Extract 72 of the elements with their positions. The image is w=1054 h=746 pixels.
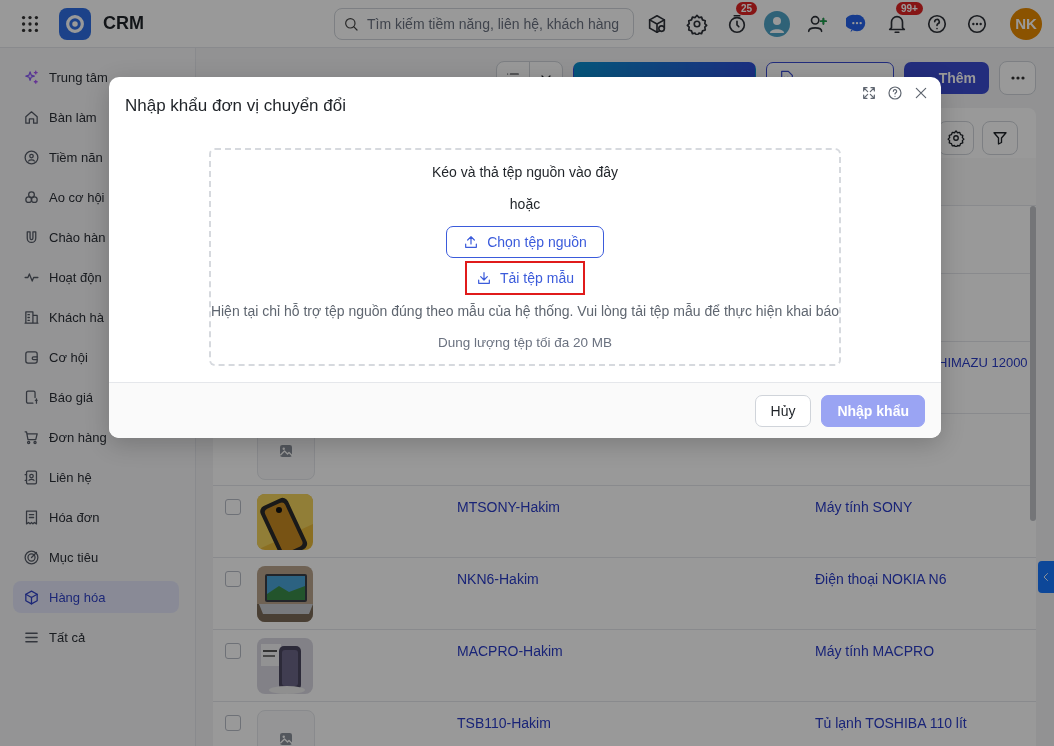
- sidebar-item[interactable]: Hàng hóa: [13, 581, 179, 613]
- table-cell: Tủ lạnh TOSHIBA 110 lít: [815, 715, 967, 731]
- building-icon: [23, 308, 40, 326]
- size-limit-text: Dung lượng tệp tối đa 20 MB: [438, 335, 612, 350]
- sidebar-item[interactable]: Báo giá: [13, 381, 94, 413]
- help-icon: [887, 85, 903, 101]
- sidebar-item[interactable]: Chào hàn: [13, 221, 106, 253]
- target-icon: [23, 548, 40, 566]
- table-cell: Máy tính SONY: [815, 499, 913, 515]
- settings-icon: [686, 12, 708, 35]
- app-name: CRM: [103, 13, 144, 34]
- row-checkbox[interactable]: [225, 571, 241, 587]
- cube-icon: [23, 588, 40, 606]
- more-icon: [966, 12, 988, 35]
- search-field[interactable]: Tìm kiếm tiềm năng, liên hệ, khách hàng: [334, 7, 634, 40]
- table-cell: Điện thoại NOKIA N6: [815, 571, 947, 587]
- upload-icon: [463, 234, 480, 250]
- box-icon: [646, 12, 668, 35]
- sidebar-item[interactable]: Ao cơ hội: [13, 181, 105, 213]
- filter-button[interactable]: [982, 121, 1018, 155]
- sidebar-item[interactable]: Mục tiêu: [13, 541, 99, 573]
- more-icon: [1010, 76, 1025, 80]
- dialog-title: Nhập khẩu đơn vị chuyển đổi: [125, 96, 347, 116]
- choose-file-button[interactable]: Chọn tệp nguồn: [446, 226, 604, 258]
- download-template-link[interactable]: Tải tệp mẫu: [465, 261, 585, 295]
- or-text: hoặc: [509, 196, 541, 212]
- app-logo[interactable]: [59, 7, 91, 40]
- close-icon: [913, 85, 929, 101]
- contact-book-icon: [23, 468, 40, 486]
- sidebar-item[interactable]: Khách hà: [13, 301, 104, 333]
- row-checkbox[interactable]: [225, 715, 241, 731]
- product-code-link[interactable]: NKN6-Hakim: [457, 571, 539, 587]
- scrollbar[interactable]: [1030, 206, 1036, 521]
- settings-icon: [947, 129, 965, 147]
- sidebar-item[interactable]: Hóa đơn: [13, 501, 100, 533]
- count-badge: 25: [736, 1, 758, 15]
- expand-icon: [861, 85, 877, 101]
- sidebar-item[interactable]: Tất cả: [13, 621, 86, 653]
- sidebar-item[interactable]: Hoạt độn: [13, 261, 102, 293]
- product-code-link[interactable]: MTSONY-Hakim: [457, 499, 560, 515]
- sparkle-icon: [23, 68, 40, 86]
- quote-document-icon: [23, 388, 40, 406]
- row-checkbox[interactable]: [225, 499, 241, 515]
- sidebar-item[interactable]: Tiềm năn: [13, 141, 103, 173]
- drop-instruction: Kéo và thả tệp nguồn vào đây: [431, 164, 618, 180]
- sidebar-item[interactable]: Đơn hàng: [13, 421, 107, 453]
- cart-icon: [23, 428, 40, 446]
- count-badge: 99+: [896, 1, 923, 15]
- sidebar-item[interactable]: Bàn làm: [13, 101, 97, 133]
- help-icon: [926, 12, 948, 35]
- avatar[interactable]: [764, 10, 790, 37]
- table-cell: Máy tính MACPRO: [815, 643, 935, 659]
- circles-icon: [23, 188, 40, 206]
- sidebar-item[interactable]: Liên hệ: [13, 461, 92, 493]
- download-icon: [476, 270, 493, 286]
- timer-icon: [726, 12, 748, 35]
- support-note: Hiện tại chỉ hỗ trợ tệp nguồn đúng theo mẫu của hệ thống. Vui lòng tải tệp mẫu để thực hiện khai báo: [210, 303, 840, 319]
- search-icon: [343, 15, 359, 32]
- filter-icon: [991, 129, 1009, 147]
- invoice-icon: [23, 508, 40, 526]
- sidebar-item[interactable]: Trung tâm: [13, 61, 108, 93]
- person-circle-icon: [23, 148, 40, 166]
- row-checkbox[interactable]: [225, 643, 241, 659]
- image-icon: [277, 442, 295, 460]
- home-icon: [23, 108, 40, 126]
- sidebar-item[interactable]: Cơ hội: [13, 341, 88, 373]
- file-drop-zone[interactable]: Kéo và thả tệp nguồn vào đây hoặc Chọn tệp nguồn Tải tệp mẫu Hiện tại chỉ hỗ trợ tệp nguồn đúng theo mẫu của hệ thống. Vui lòng tải tệp mẫu để thực hiện khai báo Dung lượng tệp tối đa 20 MB: [209, 148, 841, 366]
- cancel-button[interactable]: Hủy: [754, 394, 812, 427]
- product-code-link[interactable]: MACPRO-Hakim: [457, 643, 563, 659]
- product-code-link[interactable]: TSB110-Hakim: [457, 715, 551, 731]
- panel-toggle-button[interactable]: [1038, 561, 1054, 593]
- wallet-icon: [23, 348, 40, 366]
